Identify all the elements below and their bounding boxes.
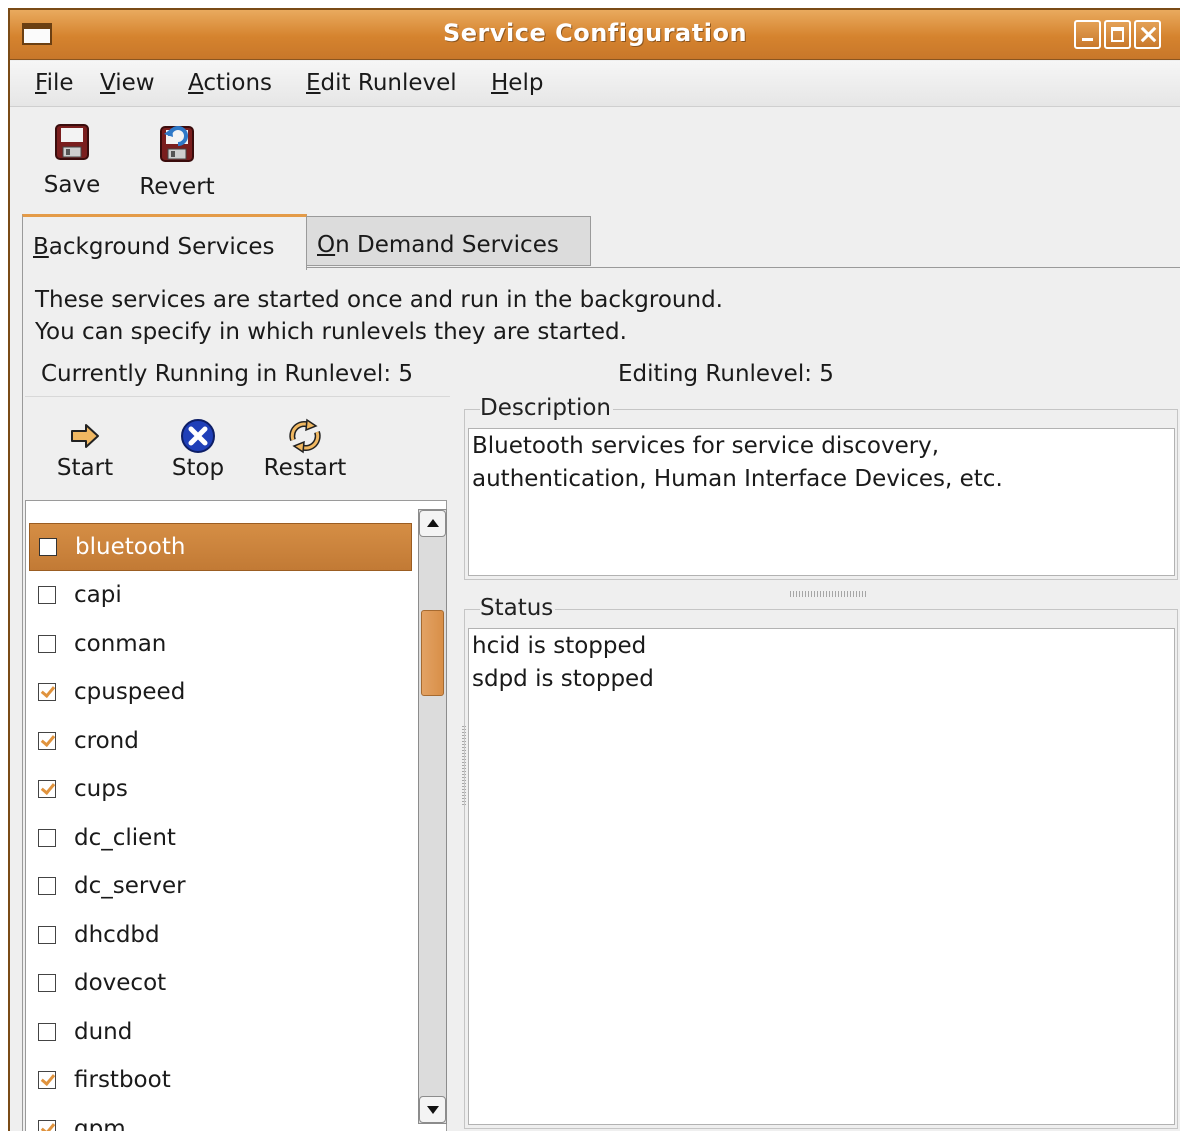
- intro-line-2: You can specify in which runlevels they …: [35, 319, 627, 345]
- service-checkbox[interactable]: [38, 829, 56, 847]
- menu-help[interactable]: Help: [491, 70, 543, 96]
- start-arrow-icon: [45, 417, 125, 455]
- save-button[interactable]: Save: [38, 122, 106, 198]
- list-item[interactable]: dc_client: [29, 814, 412, 862]
- stop-button[interactable]: Stop: [158, 417, 238, 481]
- restart-icon: [255, 417, 355, 455]
- service-checkbox[interactable]: [38, 1023, 56, 1041]
- minimize-button[interactable]: [1074, 20, 1101, 49]
- service-list[interactable]: bluetooth capi conman cpuspeed crond cup…: [25, 500, 447, 1131]
- floppy-save-icon: [53, 122, 91, 162]
- list-item[interactable]: firstboot: [29, 1056, 412, 1104]
- service-checkbox[interactable]: [38, 732, 56, 750]
- title-bar[interactable]: Service Configuration: [10, 10, 1180, 60]
- menu-edit-runlevel[interactable]: Edit Runlevel: [306, 70, 457, 96]
- close-button[interactable]: [1134, 20, 1161, 49]
- window-title: Service Configuration: [442, 19, 748, 47]
- service-list-scrollbar[interactable]: [418, 509, 447, 1124]
- description-line-2: authentication, Human Interface Devices,…: [472, 466, 1003, 492]
- list-item[interactable]: dc_server: [29, 862, 412, 910]
- maximize-button[interactable]: [1104, 20, 1131, 49]
- service-name: dhcdbd: [74, 922, 160, 948]
- restart-button[interactable]: Restart: [255, 417, 355, 481]
- service-name: crond: [74, 728, 139, 754]
- start-button[interactable]: Start: [45, 417, 125, 481]
- status-line-2: sdpd is stopped: [472, 666, 654, 692]
- service-name: cups: [74, 776, 128, 802]
- editing-runlevel-label: Editing Runlevel: 5: [618, 361, 834, 387]
- service-name: bluetooth: [75, 534, 186, 560]
- service-checkbox[interactable]: [39, 538, 57, 556]
- list-item[interactable]: dovecot: [29, 959, 412, 1007]
- list-item[interactable]: bluetooth: [29, 523, 412, 571]
- status-line-1: hcid is stopped: [472, 633, 647, 659]
- service-actions-toolbar: Start Stop Restart: [25, 396, 450, 500]
- service-name: dovecot: [74, 970, 167, 996]
- menu-view[interactable]: View: [100, 70, 155, 96]
- service-name: gpm: [74, 1116, 126, 1131]
- list-item[interactable]: dund: [29, 1008, 412, 1056]
- description-frame-label: Description: [480, 395, 613, 421]
- stop-icon: [158, 417, 238, 455]
- list-item[interactable]: capi: [29, 571, 412, 619]
- status-text[interactable]: hcid is stopped sdpd is stopped: [468, 628, 1175, 1125]
- service-name: cpuspeed: [74, 679, 186, 705]
- service-checkbox[interactable]: [38, 780, 56, 798]
- tab-background-services[interactable]: Background Services: [22, 214, 307, 270]
- revert-label: Revert: [139, 174, 215, 200]
- service-checkbox[interactable]: [38, 1071, 56, 1089]
- list-item[interactable]: gpm: [29, 1105, 412, 1131]
- stop-label: Stop: [171, 455, 225, 481]
- list-item[interactable]: crond: [29, 717, 412, 765]
- service-checkbox[interactable]: [38, 586, 56, 604]
- service-name: dund: [74, 1019, 133, 1045]
- menu-bar: File View Actions Edit Runlevel Help: [10, 61, 1180, 107]
- app-window: Service Configuration File View Actions …: [8, 8, 1180, 1131]
- service-checkbox[interactable]: [38, 635, 56, 653]
- list-item[interactable]: conman: [29, 620, 412, 668]
- description-line-1: Bluetooth services for service discovery…: [472, 433, 940, 459]
- floppy-revert-icon: [158, 122, 196, 162]
- service-checkbox[interactable]: [38, 926, 56, 944]
- scroll-down-arrow-icon[interactable]: [419, 1096, 446, 1123]
- service-checkbox[interactable]: [38, 974, 56, 992]
- pane-splitter-horizontal[interactable]: [790, 591, 868, 597]
- service-checkbox[interactable]: [38, 1120, 56, 1131]
- main-toolbar: Save Revert: [10, 108, 1180, 212]
- scroll-up-arrow-icon[interactable]: [419, 510, 446, 537]
- revert-button[interactable]: Revert: [132, 122, 222, 200]
- start-label: Start: [56, 455, 114, 481]
- list-item[interactable]: dhcdbd: [29, 911, 412, 959]
- scrollbar-thumb[interactable]: [421, 610, 444, 696]
- status-frame-label: Status: [480, 595, 556, 621]
- description-text[interactable]: Bluetooth services for service discovery…: [468, 428, 1175, 576]
- intro-text: These services are started once and run …: [35, 284, 723, 348]
- service-name: conman: [74, 631, 167, 657]
- service-name: dc_client: [74, 825, 176, 851]
- save-label: Save: [43, 172, 101, 198]
- menu-file[interactable]: File: [35, 70, 74, 96]
- list-item[interactable]: cpuspeed: [29, 668, 412, 716]
- restart-label: Restart: [263, 455, 347, 481]
- service-name: dc_server: [74, 873, 186, 899]
- intro-line-1: These services are started once and run …: [35, 287, 723, 313]
- service-checkbox[interactable]: [38, 683, 56, 701]
- tab-on-demand-services[interactable]: On Demand Services: [307, 216, 591, 266]
- service-checkbox[interactable]: [38, 877, 56, 895]
- list-item[interactable]: cups: [29, 765, 412, 813]
- service-name: firstboot: [74, 1067, 171, 1093]
- current-runlevel-label: Currently Running in Runlevel: 5: [41, 361, 414, 387]
- service-name: capi: [74, 582, 122, 608]
- menu-actions[interactable]: Actions: [188, 70, 272, 96]
